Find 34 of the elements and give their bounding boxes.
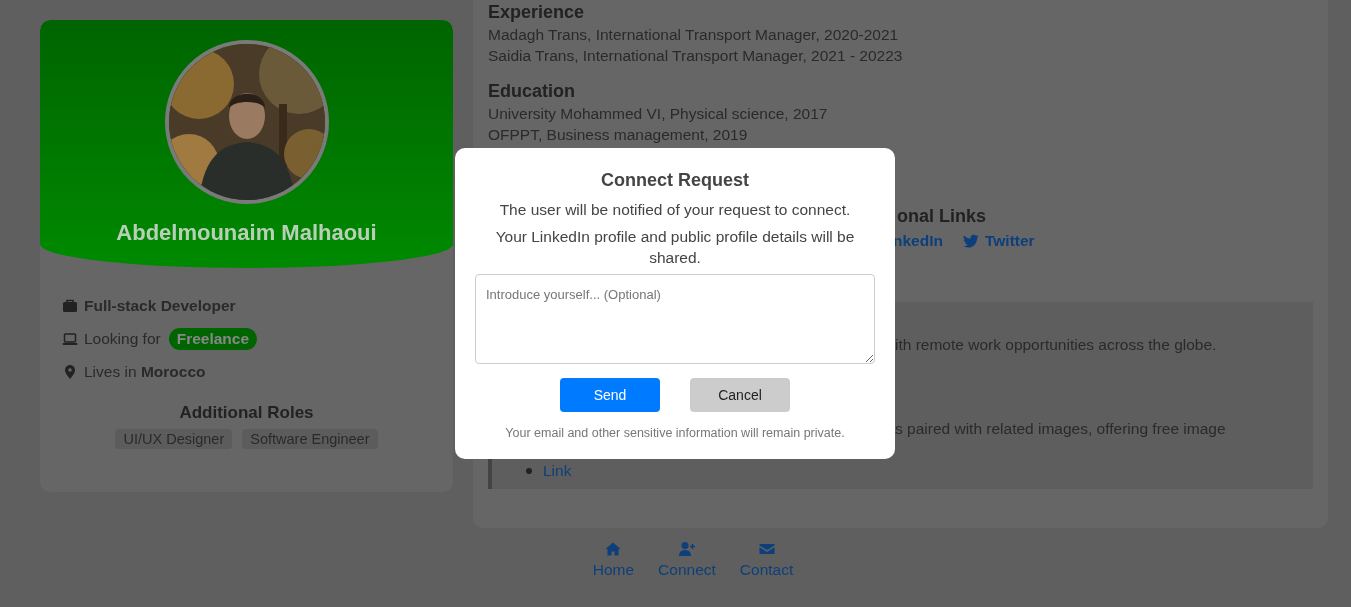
section-heading: Education	[488, 80, 576, 102]
location-text: Lives in Morocco	[84, 362, 206, 381]
job-title: Full-stack Developer	[84, 296, 236, 315]
home-icon	[605, 541, 622, 557]
envelope-icon	[758, 541, 775, 557]
section-line: Madagh Trans, International Transport Manager, 2020-2021	[488, 25, 900, 45]
section-line: OFPPT, Business management, 2019	[488, 125, 749, 145]
profile-name: Abdelmounaim Malhaoui	[116, 220, 377, 246]
profile-link[interactable]: nkedIn	[893, 232, 943, 250]
looking-for-label: Looking for	[84, 329, 161, 348]
bullet-icon	[526, 467, 532, 474]
briefcase-icon	[62, 297, 78, 314]
location-pin-icon	[62, 363, 78, 380]
dialog-text: Your LinkedIn profile and public profile details will be shared.	[494, 227, 856, 268]
section-line: Saidia Trans, International Transport Manager, 2021 - 20223	[488, 46, 904, 66]
section-line: University Mohammed VI, Physical science, 2017	[488, 104, 829, 124]
dialog-text: The user will be notified of your request to connect.	[498, 200, 852, 220]
send-button[interactable]: Send	[560, 378, 660, 412]
bird-icon	[962, 233, 979, 249]
dialog-title: Connect Request	[600, 170, 750, 191]
link[interactable]: Link	[543, 461, 572, 480]
user-plus-icon	[678, 541, 695, 557]
section-heading: Experience	[488, 1, 586, 23]
nav-link[interactable]: Home	[592, 541, 635, 579]
section-heading: onal Links	[897, 205, 987, 227]
laptop-icon	[62, 330, 78, 347]
cancel-button[interactable]: Cancel	[690, 378, 790, 412]
privacy-note: Your email and other sensitive information will remain private.	[504, 426, 846, 440]
message-field[interactable]: Introduce yourself... (Optional)	[475, 274, 875, 364]
nav-link[interactable]: Contact	[739, 541, 794, 579]
freelance-badge: Freelance	[168, 327, 258, 350]
nav-link[interactable]: Connect	[658, 541, 716, 579]
profile-link[interactable]: Twitter	[962, 232, 1035, 250]
roles-heading: Additional Roles	[179, 403, 314, 423]
